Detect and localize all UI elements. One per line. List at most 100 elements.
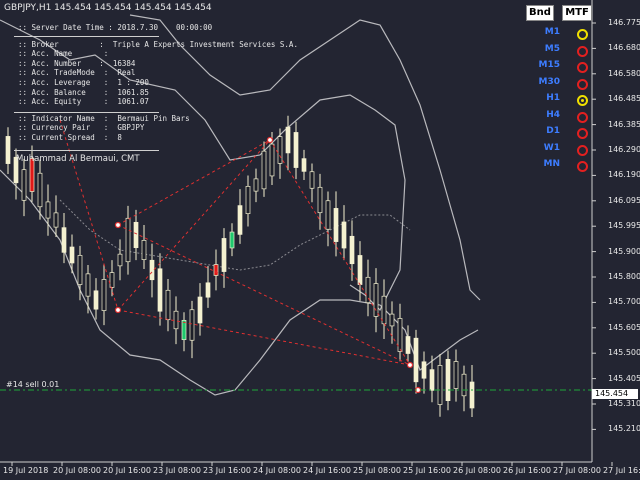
candle-body	[53, 212, 59, 228]
price-axis-label: 145.405	[608, 373, 640, 383]
candle-body	[181, 319, 187, 341]
candle-body	[5, 136, 11, 164]
candle-body	[253, 178, 259, 192]
candle-body	[125, 217, 131, 263]
timeframe-label-h1[interactable]: H1	[514, 93, 560, 103]
candle-body	[237, 205, 243, 235]
author-label: Muhammad Al Bermaui, CMT	[16, 154, 140, 164]
trend-line	[117, 139, 271, 311]
candle-body	[373, 283, 379, 317]
price-axis-label: 146.580	[608, 68, 640, 78]
timeframe-label-m5[interactable]: M5	[514, 44, 560, 54]
time-axis-label: 20 Jul 16:00	[103, 466, 151, 475]
timeframe-label-m30[interactable]: M30	[514, 77, 560, 87]
candle-body	[45, 201, 51, 219]
acc-leverage: :: Acc. Leverage : 1 : 200	[18, 77, 149, 87]
timeframe-label-m15[interactable]: M15	[514, 60, 560, 70]
candle-body	[245, 186, 251, 214]
acc-equity: :: Acc. Equity : 1061.07	[18, 97, 149, 107]
current-spread: :: Current Spread : 8	[18, 132, 122, 142]
mtf-button[interactable]: MTF	[562, 5, 592, 21]
timeframe-label-m1[interactable]: M1	[514, 27, 560, 37]
candle-body	[301, 158, 307, 172]
candle-body	[389, 313, 395, 327]
candle-body	[149, 259, 155, 281]
time-axis-label: 20 Jul 08:00	[53, 466, 101, 475]
candle-body	[141, 240, 147, 260]
acc-trademode: :: Acc. TradeMode : Real	[18, 68, 136, 78]
price-axis-label: 145.800	[608, 272, 640, 281]
candle-body	[197, 296, 203, 324]
bnd-button[interactable]: Bnd	[526, 5, 554, 21]
time-axis-label: 26 Jul 08:00	[453, 466, 501, 475]
timeframe-label-w1[interactable]: W1	[514, 143, 560, 153]
timeframe-label-h4[interactable]: H4	[514, 110, 560, 120]
time-axis-label: 24 Jul 08:00	[253, 466, 301, 475]
currency-pair: :: Currency Pair : GBPJPY	[18, 123, 145, 133]
price-axis-label: 145.500	[608, 348, 640, 358]
candle-body	[405, 336, 411, 354]
candle-body	[101, 279, 107, 311]
candle-body	[229, 231, 235, 249]
price-axis-label: 146.385	[608, 119, 640, 129]
price-axis-label: 146.485	[608, 94, 640, 104]
server-time: :: Server Date Time : 2018.7.30 00:00:00	[18, 23, 213, 32]
price-axis-label: 145.995	[608, 221, 640, 231]
acc-balance: :: Acc. Balance : 1061.85	[18, 87, 149, 97]
timeframe-label-mn[interactable]: MN	[514, 159, 561, 169]
candle-body	[93, 290, 99, 310]
candle-body	[117, 253, 123, 267]
time-axis-label: 25 Jul 16:00	[403, 466, 451, 475]
candle-body	[413, 337, 419, 383]
status-circle-icon	[577, 95, 588, 106]
candle-body	[341, 221, 347, 249]
candle-body	[421, 361, 427, 379]
candle-body	[429, 369, 435, 391]
status-circle-icon	[577, 78, 588, 90]
candle-body	[261, 150, 267, 190]
candle-body	[157, 268, 163, 312]
candle-body	[381, 295, 387, 325]
candle-body	[269, 143, 275, 177]
price-axis-label: 146.680	[608, 43, 640, 53]
candle-body	[109, 272, 115, 288]
time-axis-label: 23 Jul 16:00	[203, 466, 251, 475]
time-axis-label: 24 Jul 16:00	[303, 466, 351, 475]
status-circle-icon	[577, 62, 588, 73]
time-axis-label: 27 Jul 08:00	[553, 466, 601, 475]
account-info-panel: :: Server Date Time : 2018.7.30 00:00:00…	[18, 23, 298, 143]
acc-number: :: Acc. Number : 16384	[18, 58, 136, 68]
timeframe-label-d1[interactable]: D1	[514, 126, 560, 136]
price-axis-label: 146.190	[608, 170, 640, 180]
candle-body	[317, 186, 323, 214]
candle-body	[333, 208, 339, 242]
candle-body	[173, 310, 179, 330]
price-axis-label: 146.290	[608, 145, 640, 154]
candle-body	[325, 200, 331, 230]
candle-body	[453, 361, 459, 389]
candle-body	[221, 238, 227, 272]
pivot-marker	[406, 361, 414, 369]
candle-body	[437, 365, 443, 405]
candle-body	[445, 359, 451, 401]
middle-band	[59, 199, 411, 271]
candle-body	[397, 318, 403, 352]
current-price-tag: 145.454	[592, 389, 638, 399]
candle-body	[61, 227, 67, 253]
status-circle-icon	[577, 128, 588, 139]
candle-body	[469, 381, 475, 409]
time-axis-label: 26 Jul 16:00	[503, 466, 551, 475]
candle-body	[69, 246, 75, 264]
time-axis-label: 27 Jul 16:00	[603, 466, 640, 475]
candle-body	[349, 235, 355, 265]
status-circle-icon	[577, 111, 588, 123]
price-axis-label: 145.900	[608, 246, 640, 256]
pivot-marker	[114, 306, 122, 314]
acc-name: :: Acc. Name :	[18, 49, 109, 59]
time-axis-label: 23 Jul 08:00	[153, 466, 201, 475]
candle-body	[85, 273, 91, 297]
indicator-name: :: Indicator Name : Bermaui Pin Bars	[18, 113, 190, 123]
price-axis-label: 145.210	[608, 424, 640, 434]
candle-body	[37, 172, 43, 208]
candle-body	[21, 169, 27, 201]
